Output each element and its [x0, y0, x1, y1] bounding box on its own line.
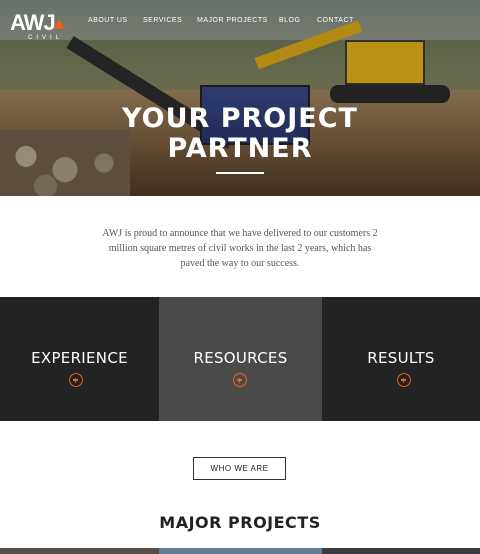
panel-experience-title: EXPERIENCE — [31, 349, 128, 367]
nav-item-about-us[interactable]: ABOUT US — [88, 17, 128, 24]
nav-item-services[interactable]: SERVICES — [143, 17, 182, 24]
plus-circle-icon[interactable] — [397, 373, 411, 387]
panel-results[interactable]: RESULTS — [322, 297, 480, 421]
major-projects-heading: MAJOR PROJECTS — [159, 513, 321, 532]
main-nav: ABOUT US SERVICES MAJOR PROJECTS BLOG CO… — [0, 17, 480, 29]
hero-divider — [216, 172, 264, 174]
intro-text: AWJ is proud to announce that we have de… — [102, 228, 378, 269]
project-thumbnail[interactable] — [0, 548, 159, 554]
panel-resources-title: RESOURCES — [193, 349, 288, 367]
hero-title: YOUR PROJECT PARTNER — [0, 104, 480, 164]
hero-title-line1: YOUR PROJECT — [122, 103, 358, 134]
nav-item-blog[interactable]: BLOG — [279, 17, 300, 24]
nav-item-contact[interactable]: CONTACT — [317, 17, 354, 24]
nav-item-major-projects[interactable]: MAJOR PROJECTS — [197, 17, 268, 24]
project-thumbnail[interactable] — [159, 548, 322, 554]
plus-circle-icon[interactable] — [69, 373, 83, 387]
logo-subtext: CIVIL — [28, 35, 64, 41]
panel-results-title: RESULTS — [367, 349, 435, 367]
plus-circle-icon[interactable] — [233, 373, 247, 387]
hero-banner: AWJ CIVIL ABOUT US SERVICES MAJOR PROJEC… — [0, 0, 480, 196]
project-thumbnail[interactable] — [322, 548, 480, 554]
feature-panels: EXPERIENCE RESOURCES RESULTS — [0, 297, 480, 421]
panel-experience[interactable]: EXPERIENCE — [0, 297, 159, 421]
who-we-are-button[interactable]: WHO WE ARE — [193, 457, 286, 480]
hero-title-line2: PARTNER — [167, 133, 313, 164]
panel-resources[interactable]: RESOURCES — [159, 297, 322, 421]
